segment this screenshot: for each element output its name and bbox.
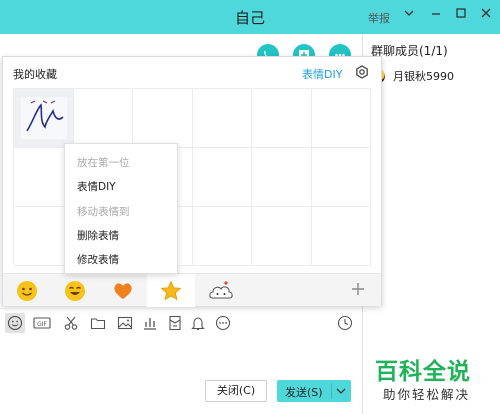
bell-icon[interactable] bbox=[190, 315, 206, 331]
emoji-diy-link[interactable]: 表情DIY bbox=[302, 66, 342, 82]
menu-item-move-emoji-to: 移动表情到 bbox=[77, 206, 130, 218]
report-link[interactable]: 举报 bbox=[368, 10, 390, 26]
input-toolbar: GIF bbox=[0, 308, 362, 336]
emoji-cell[interactable] bbox=[311, 89, 371, 148]
handwriting-sticker-image bbox=[21, 97, 67, 139]
gif-icon[interactable]: GIF bbox=[33, 315, 51, 331]
send-divider bbox=[331, 383, 332, 399]
smiley-icon bbox=[7, 315, 23, 331]
emoji-cell[interactable] bbox=[133, 89, 193, 148]
red-packet-icon[interactable] bbox=[167, 315, 183, 331]
chevron-down-icon[interactable] bbox=[398, 5, 420, 27]
tab-favorites[interactable] bbox=[147, 274, 195, 307]
chart-icon[interactable] bbox=[142, 315, 158, 331]
tab-grin-emoji[interactable] bbox=[51, 274, 99, 307]
member-name: 月银秋5990 bbox=[393, 70, 454, 83]
emoji-panel: 我的收藏 表情DIY bbox=[2, 56, 382, 307]
svg-text:GIF: GIF bbox=[37, 321, 47, 328]
smiley-emoji-icon bbox=[17, 281, 37, 301]
maximize-icon[interactable] bbox=[450, 5, 472, 27]
watermark-title: 百科全说 bbox=[375, 359, 471, 385]
menu-item-emoji-diy[interactable]: 表情DIY bbox=[77, 179, 116, 194]
title-bar: 自己 举报 bbox=[0, 0, 500, 34]
clock-icon[interactable] bbox=[337, 315, 353, 331]
watermark-subtitle: 助你轻松解决 bbox=[383, 387, 471, 402]
folder-icon[interactable] bbox=[90, 315, 106, 331]
star-icon bbox=[160, 280, 182, 301]
emoji-cell[interactable] bbox=[252, 207, 312, 266]
emoji-cell[interactable] bbox=[252, 89, 312, 148]
emoji-cell[interactable] bbox=[252, 148, 312, 207]
send-button-label: 发送(S) bbox=[285, 386, 323, 399]
settings-gear-icon[interactable] bbox=[355, 65, 369, 79]
image-icon[interactable] bbox=[117, 315, 133, 331]
close-button[interactable]: 关闭(C) bbox=[205, 380, 267, 402]
chevron-down-icon[interactable] bbox=[335, 385, 347, 400]
add-emoji-icon[interactable] bbox=[351, 278, 365, 302]
send-button[interactable]: 发送(S) bbox=[277, 380, 351, 402]
emoji-cell[interactable] bbox=[311, 148, 371, 207]
grin-emoji-icon bbox=[65, 281, 85, 301]
scissors-icon[interactable] bbox=[63, 315, 79, 331]
emoji-cell[interactable] bbox=[192, 207, 252, 266]
emoji-cell[interactable] bbox=[73, 89, 133, 148]
menu-item-delete-emoji[interactable]: 删除表情 bbox=[77, 228, 119, 243]
menu-item-edit-emoji[interactable]: 修改表情 bbox=[77, 252, 119, 267]
menu-item-move-to-first: 放在第一位 bbox=[77, 157, 130, 169]
heart-icon bbox=[114, 283, 132, 299]
tab-cloud-face[interactable] bbox=[195, 274, 243, 307]
favorites-title: 我的收藏 bbox=[13, 68, 57, 81]
context-menu: 放在第一位 表情DIY 移动表情到 删除表情 修改表情 bbox=[64, 143, 178, 274]
close-icon[interactable] bbox=[475, 5, 497, 27]
more-icon[interactable] bbox=[215, 315, 231, 331]
favorite-emoji-cell[interactable] bbox=[14, 89, 74, 148]
emoji-cell[interactable] bbox=[311, 207, 371, 266]
emoji-cell[interactable] bbox=[192, 89, 252, 148]
emoji-cell[interactable] bbox=[192, 148, 252, 207]
emoji-tab-bar bbox=[3, 273, 381, 307]
tab-smiley-emoji[interactable] bbox=[3, 274, 51, 307]
cloud-face-icon bbox=[209, 281, 233, 299]
tab-heart[interactable] bbox=[99, 274, 147, 307]
member-list-header: 群聊成员(1/1) bbox=[371, 44, 448, 58]
emoji-button[interactable] bbox=[5, 313, 25, 333]
minimize-icon[interactable] bbox=[425, 5, 447, 27]
